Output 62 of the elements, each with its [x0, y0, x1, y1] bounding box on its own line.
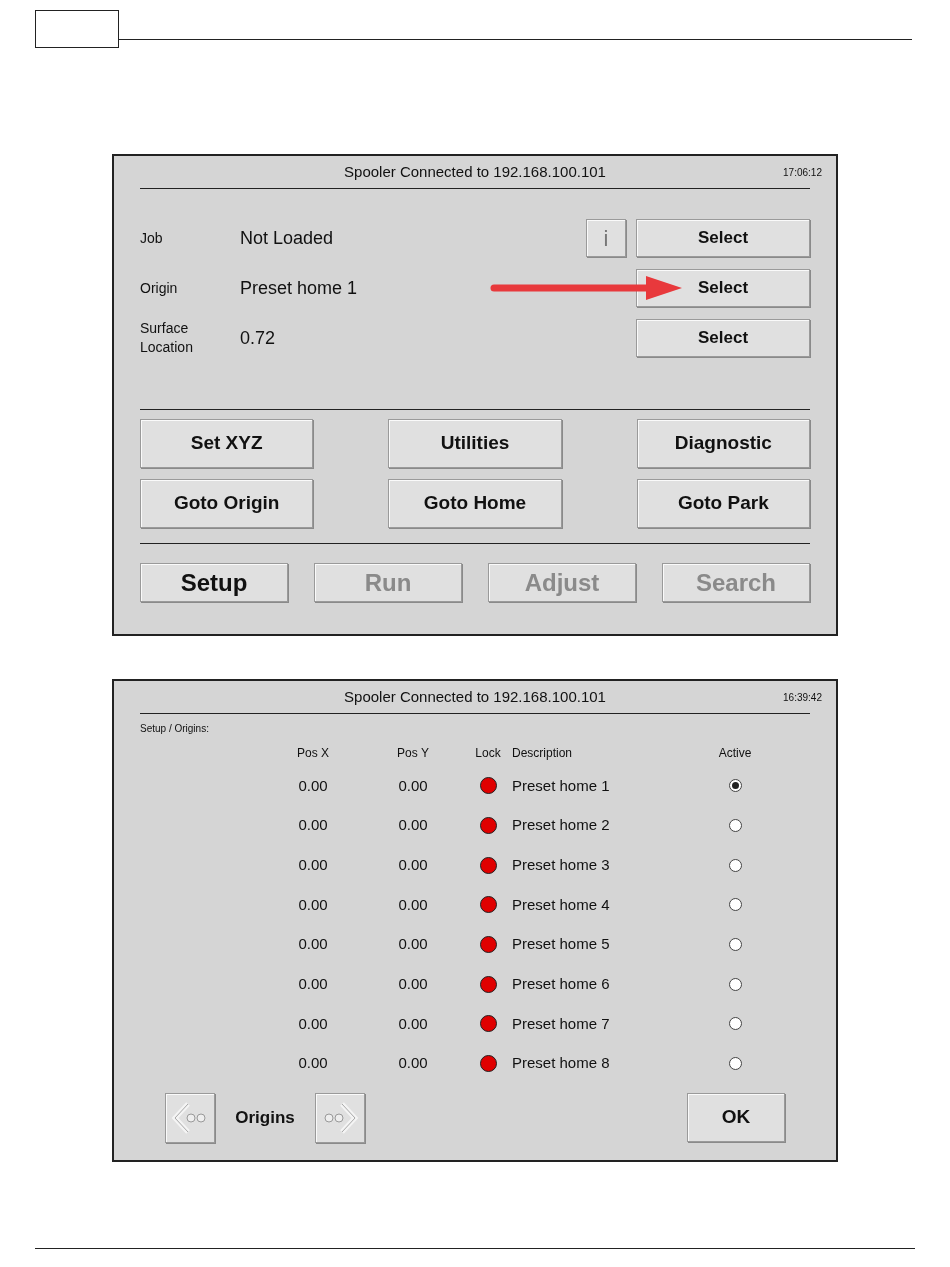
window-title: Spooler Connected to 192.168.100.101 [344, 161, 606, 182]
action-button[interactable]: Goto Origin [140, 479, 314, 528]
radio-button[interactable] [728, 898, 742, 912]
tab[interactable]: Setup [140, 563, 288, 602]
table-cell-text: 0.00 [297, 974, 329, 995]
table-cell-text: 0.00 [397, 1013, 429, 1034]
breadcrumb: Setup / Origins: [140, 722, 210, 735]
table-cell-text: 0.00 [397, 934, 429, 955]
ok-button[interactable]: OK [687, 1093, 785, 1142]
table-cell-text: Preset home 5 [511, 934, 611, 955]
column-header: Lock [474, 745, 502, 762]
previous-button[interactable] [165, 1092, 215, 1143]
field-label: Surface Location [140, 319, 194, 357]
action-button[interactable]: Diagnostic [636, 419, 810, 468]
table-cell-text: 0.00 [297, 854, 329, 875]
table-cell-text: 0.00 [297, 1053, 329, 1074]
radio-button[interactable] [728, 938, 742, 952]
radio-button[interactable] [728, 858, 742, 872]
radio-button[interactable] [728, 819, 742, 833]
column-header: Pos Y [396, 745, 430, 762]
next-button[interactable] [315, 1092, 365, 1143]
table-cell-text: 0.00 [297, 1013, 329, 1034]
radio-button[interactable] [728, 977, 742, 991]
radio-button[interactable] [728, 779, 742, 793]
action-button[interactable]: Goto Park [636, 479, 810, 528]
field-value: 0.72 [240, 326, 277, 350]
clock: 17:06:12 [783, 166, 822, 180]
table-cell-text: Preset home 4 [511, 894, 611, 915]
column-header: Active [717, 745, 753, 762]
action-button[interactable]: Set XYZ [140, 419, 314, 468]
table-cell-text: 0.00 [397, 815, 429, 836]
radio-button[interactable] [728, 1057, 742, 1071]
table-cell-text: 0.00 [397, 854, 429, 875]
action-button[interactable]: Utilities [388, 419, 562, 468]
table-cell-text: 0.00 [397, 775, 429, 796]
table-cell-text: 0.00 [397, 1053, 429, 1074]
select-button[interactable]: Select [636, 269, 810, 307]
field-value: Not Loaded [240, 226, 335, 250]
radio-button[interactable] [728, 1017, 742, 1031]
action-button[interactable]: Goto Home [388, 479, 562, 528]
field-label: Origin [140, 278, 179, 298]
table-cell-text: 0.00 [297, 775, 329, 796]
table-cell-text: Preset home 7 [511, 1013, 611, 1034]
table-cell-text: Preset home 6 [511, 974, 611, 995]
table-cell-text: 0.00 [397, 974, 429, 995]
table-cell-text: 0.00 [297, 894, 329, 915]
column-header: Pos X [296, 745, 330, 762]
table-cell-text: 0.00 [397, 894, 429, 915]
window-title: Spooler Connected to 192.168.100.101 [344, 686, 606, 707]
table-cell-text: Preset home 2 [511, 815, 611, 836]
select-button[interactable]: Select [636, 319, 810, 357]
column-header: Description [511, 745, 574, 762]
table-cell-text: Preset home 3 [511, 854, 611, 875]
table-cell-text: Preset home 1 [511, 775, 611, 796]
field-label: Job [140, 228, 164, 248]
clock: 16:39:42 [783, 691, 822, 705]
table-cell-text: 0.00 [297, 815, 329, 836]
table-cell-text: Preset home 8 [511, 1053, 611, 1074]
table-cell-text: 0.00 [297, 934, 329, 955]
pager-label: Origins [234, 1106, 296, 1129]
select-button[interactable]: Select [636, 219, 810, 257]
field-value: Preset home 1 [240, 276, 359, 300]
